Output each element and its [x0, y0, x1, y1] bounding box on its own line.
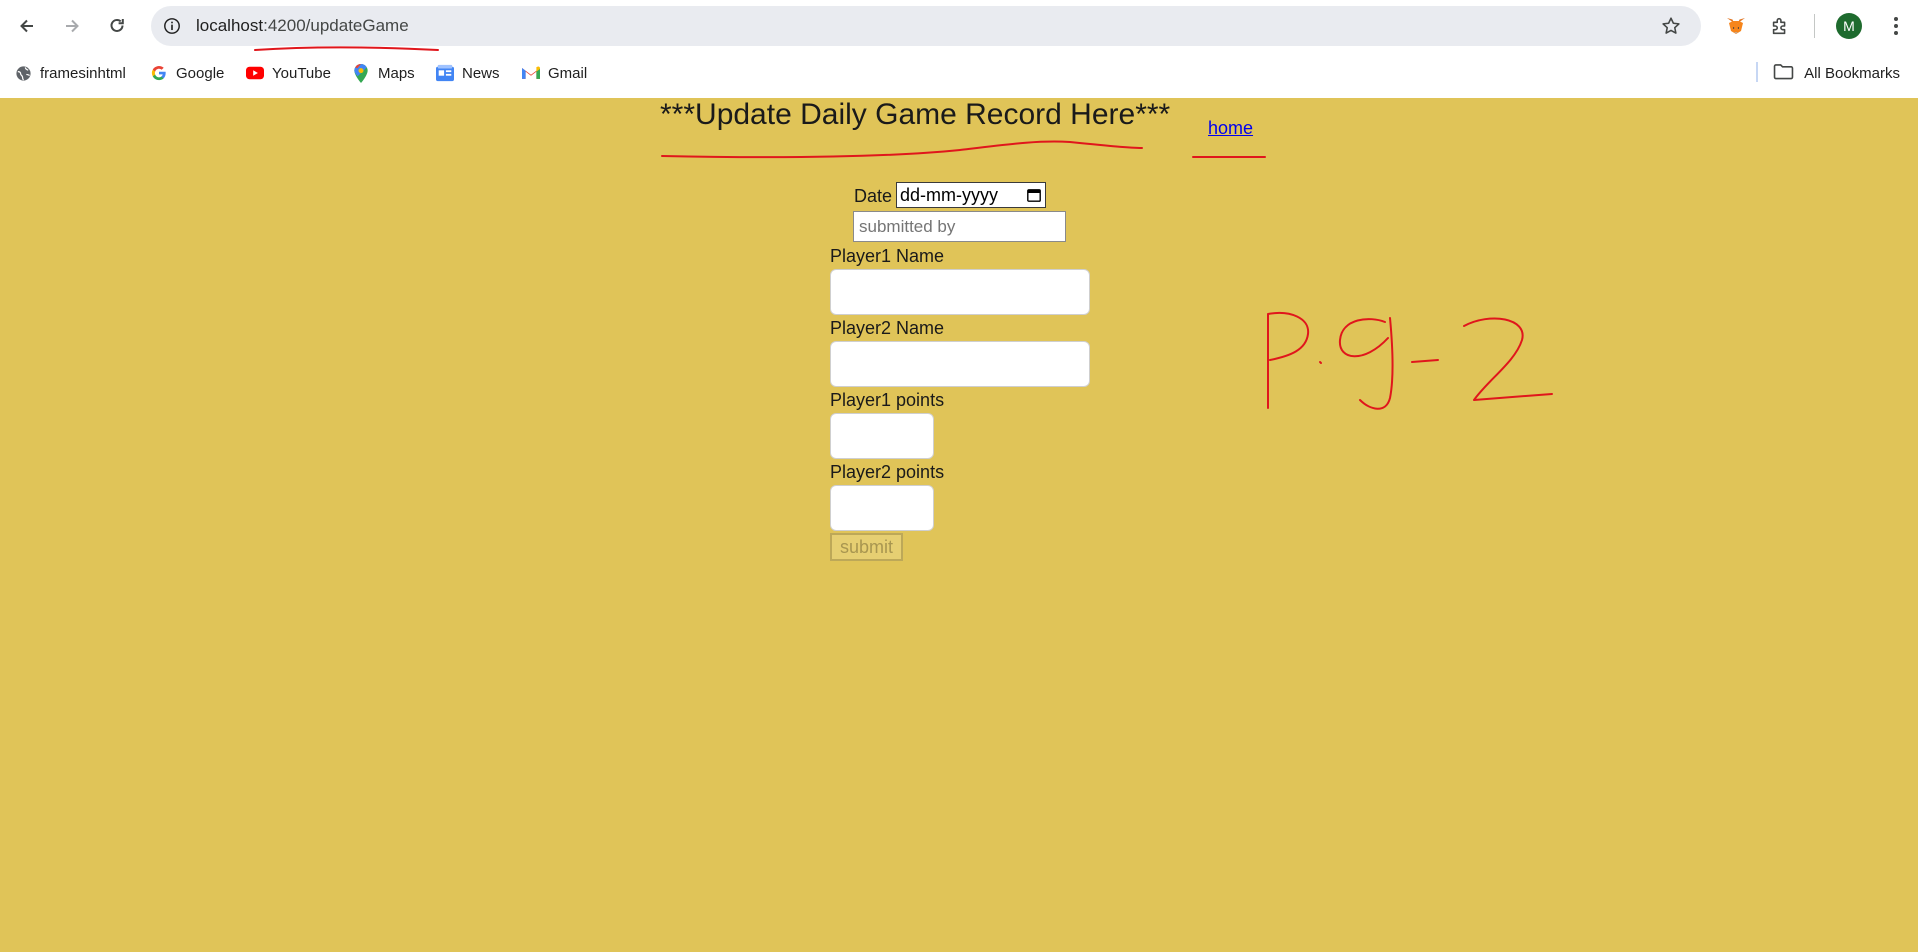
gmail-icon — [522, 64, 540, 82]
home-link[interactable]: home — [1208, 118, 1253, 139]
bookmark-label: Gmail — [548, 64, 588, 82]
player1-name-label: Player1 Name — [830, 246, 945, 266]
google-icon — [150, 64, 168, 82]
star-icon[interactable] — [1659, 14, 1683, 38]
bookmark-label: Google — [176, 64, 225, 82]
player2-name-input[interactable] — [830, 341, 1090, 387]
url-path: :4200/updateGame — [263, 16, 409, 35]
all-bookmarks-label: All Bookmarks — [1804, 64, 1900, 82]
forward-arrow-icon — [66, 19, 79, 33]
bookmark-label: News — [462, 64, 500, 82]
metamask-fox-icon[interactable] — [1722, 12, 1750, 40]
bookmark-maps[interactable]: Maps — [352, 61, 415, 85]
date-input[interactable]: dd-mm-yyyy — [896, 182, 1046, 208]
bookmark-news[interactable]: News — [436, 61, 500, 85]
back-button[interactable] — [11, 10, 43, 42]
puzzle-extensions-icon[interactable] — [1766, 12, 1794, 40]
submitted-by-input[interactable] — [853, 211, 1066, 242]
all-bookmarks-button[interactable]: All Bookmarks — [1773, 61, 1900, 85]
reload-icon — [110, 18, 124, 32]
date-value: dd-mm-yyyy — [900, 185, 998, 205]
back-arrow-icon — [20, 19, 33, 33]
folder-icon — [1773, 63, 1794, 84]
date-label: Date — [854, 186, 893, 206]
player1-points-label: Player1 points — [830, 390, 945, 410]
player1-name-input[interactable] — [830, 269, 1090, 315]
browser-chrome: localhost:4200/updateGame M framesinhtml — [0, 0, 1918, 98]
site-info-icon[interactable] — [161, 15, 183, 37]
browser-toolbar: localhost:4200/updateGame M — [0, 0, 1918, 52]
url-host: localhost — [196, 16, 264, 35]
page-title: ***Update Daily Game Record Here*** — [660, 98, 1171, 131]
player2-points-input[interactable] — [830, 485, 934, 531]
calendar-icon[interactable] — [1027, 188, 1041, 202]
bookmarks-divider — [1756, 62, 1758, 82]
submit-button[interactable]: submit — [830, 533, 903, 561]
maps-pin-icon — [352, 63, 370, 83]
globe-icon — [14, 64, 32, 82]
bookmark-label: Maps — [378, 64, 415, 82]
player2-name-label: Player2 Name — [830, 318, 945, 338]
toolbar-divider — [1814, 14, 1815, 38]
bookmark-label: framesinhtml — [40, 64, 126, 82]
bookmark-framesinhtml[interactable]: framesinhtml — [14, 61, 126, 85]
player2-points-label: Player2 points — [830, 462, 945, 482]
player1-points-input[interactable] — [830, 413, 934, 459]
youtube-icon — [246, 64, 264, 82]
bookmark-gmail[interactable]: Gmail — [522, 61, 587, 85]
profile-avatar[interactable]: M — [1836, 13, 1862, 39]
news-icon — [436, 64, 454, 82]
reload-button[interactable] — [101, 10, 133, 42]
address-bar[interactable]: localhost:4200/updateGame — [151, 6, 1701, 46]
forward-button[interactable] — [56, 10, 88, 42]
bookmark-label: YouTube — [272, 64, 331, 82]
bookmark-youtube[interactable]: YouTube — [246, 61, 331, 85]
page-content: ***Update Daily Game Record Here*** home… — [0, 98, 1918, 952]
kebab-menu-icon[interactable] — [1886, 12, 1906, 40]
bookmark-google[interactable]: Google — [150, 61, 224, 85]
url-text[interactable]: localhost:4200/updateGame — [196, 16, 409, 36]
bookmarks-bar: framesinhtml Google YouTube Maps News Gm… — [0, 56, 1918, 90]
